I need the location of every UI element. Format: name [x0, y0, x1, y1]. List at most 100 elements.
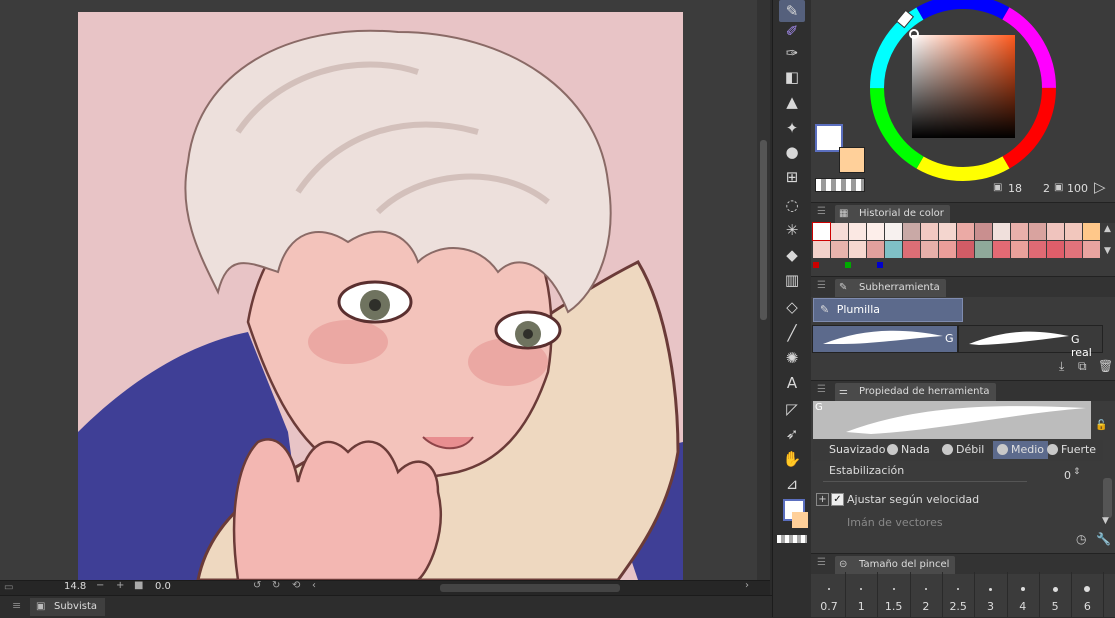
color-history-swatch[interactable]	[813, 241, 830, 258]
menu-icon[interactable]: ▭	[4, 582, 13, 593]
rotate-left-icon[interactable]: ↺	[253, 580, 261, 591]
brush-tile-b[interactable]: G real	[958, 325, 1103, 359]
color-history-swatch[interactable]	[885, 241, 902, 258]
zoom-value[interactable]: 14.8	[64, 581, 86, 592]
menu-icon[interactable]: ☰	[817, 280, 826, 291]
stabilization-value[interactable]: 0	[1064, 469, 1071, 482]
color-history-swatch[interactable]	[849, 241, 866, 258]
color-history-swatch[interactable]	[1083, 241, 1100, 258]
brush-icon[interactable]: ✐	[779, 20, 805, 42]
grid-icon[interactable]: ⊞	[779, 166, 805, 188]
color-history-swatch[interactable]	[939, 223, 956, 240]
import-icon[interactable]: ⤓	[1059, 359, 1064, 374]
lock-icon[interactable]: 🔓	[1095, 420, 1107, 431]
color-history-swatch[interactable]	[1065, 241, 1082, 258]
burst-icon[interactable]: ✺	[779, 347, 805, 369]
subtool-selected[interactable]: ✎ Plumilla	[813, 298, 963, 322]
rotation-value[interactable]: 0.0	[155, 581, 171, 592]
smoothing-option[interactable]: Medio	[993, 441, 1049, 459]
canvas-viewport[interactable]	[0, 0, 770, 580]
transparent-swatch[interactable]	[815, 178, 865, 192]
hand-icon[interactable]: ✋	[779, 448, 805, 470]
color-history-swatch[interactable]	[1029, 241, 1046, 258]
menu-icon[interactable]: ☰	[817, 384, 826, 395]
scrollbar-thumb[interactable]	[760, 140, 767, 320]
tool-property-tab[interactable]: ⚌ Propiedad de herramienta	[835, 383, 996, 401]
color-history-swatch[interactable]	[903, 223, 920, 240]
rotate-right-icon[interactable]: ↻	[272, 580, 280, 591]
color-history-swatch[interactable]	[993, 241, 1010, 258]
brush-size-option[interactable]: 5	[1039, 572, 1073, 617]
color-history-swatch[interactable]	[1047, 223, 1064, 240]
chevron-up-icon[interactable]: ▲	[1104, 224, 1111, 234]
brush-size-option[interactable]: 1.5	[878, 572, 911, 617]
color-history-swatch[interactable]	[921, 223, 938, 240]
color-wheel[interactable]	[867, 0, 1059, 184]
color-history-swatch[interactable]	[957, 223, 974, 240]
tool-property-scrollbar[interactable]	[1103, 478, 1112, 518]
color-history-swatch[interactable]	[903, 241, 920, 258]
brush-size-option[interactable]: 2.5	[942, 572, 976, 617]
color-history-swatch[interactable]	[849, 223, 866, 240]
pen-icon[interactable]: ✎	[779, 0, 805, 22]
3d-cube-icon[interactable]: ◇	[779, 296, 805, 318]
subview-tab[interactable]: ▣ Subvista	[30, 598, 105, 616]
color-history-swatch[interactable]	[831, 241, 848, 258]
smoothing-option[interactable]: Nada	[887, 441, 930, 459]
fill-drop-icon[interactable]: ●	[779, 141, 805, 163]
color-history-swatch[interactable]	[957, 241, 974, 258]
brush-size-option[interactable]: 6	[1071, 572, 1105, 617]
scroll-left-icon[interactable]: ‹	[312, 580, 316, 591]
smoothing-option[interactable]: Débil	[942, 441, 984, 459]
subtool-tab[interactable]: ✎ Subherramienta	[835, 279, 946, 297]
smoothing-option[interactable]: Fuerte	[1047, 441, 1096, 459]
color-history-swatch[interactable]	[921, 241, 938, 258]
ruler-icon[interactable]: ◸	[779, 398, 805, 420]
brush-size-option[interactable]: 0.7	[813, 572, 846, 617]
color-history-swatch[interactable]	[939, 241, 956, 258]
gradient-icon[interactable]: ▥	[779, 269, 805, 291]
lasso-icon[interactable]: ◌	[779, 194, 805, 216]
scroll-right-icon[interactable]: ›	[745, 580, 749, 591]
adjust-speed-checkbox[interactable]: ✓	[831, 493, 844, 506]
play-icon[interactable]: ▷	[1094, 178, 1106, 196]
color-history-swatch[interactable]	[1011, 223, 1028, 240]
brush-tile-a[interactable]: G	[812, 325, 958, 353]
color-history-swatch[interactable]	[1083, 223, 1100, 240]
sub-color-chip[interactable]	[792, 512, 808, 528]
expand-icon[interactable]: +	[816, 493, 829, 506]
brush-size-option[interactable]: 3	[975, 572, 1008, 617]
vertical-scrollbar[interactable]	[757, 0, 770, 580]
eyedropper-icon[interactable]: ⊿	[779, 473, 805, 495]
color-history-swatch[interactable]	[975, 223, 992, 240]
color-history-tab[interactable]: ▦ Historial de color	[835, 205, 950, 223]
trash-icon[interactable]: 🗑	[1098, 359, 1113, 373]
brush-size-option[interactable]: 4	[1007, 572, 1040, 617]
color-history-swatch[interactable]	[975, 241, 992, 258]
color-history-swatch[interactable]	[812, 222, 831, 241]
duplicate-icon[interactable]: ⧉	[1078, 359, 1087, 374]
fit-icon[interactable]: ■	[134, 580, 143, 591]
menu-icon[interactable]: ≡	[12, 599, 21, 612]
sub-color-swatch[interactable]	[839, 147, 865, 173]
menu-icon[interactable]: ☰	[817, 206, 826, 217]
color-history-swatch[interactable]	[867, 223, 884, 240]
stepper-icon[interactable]: ⇕	[1073, 467, 1081, 477]
color-history-swatch[interactable]	[1029, 223, 1046, 240]
magic-wand-icon[interactable]: ✳	[779, 219, 805, 241]
color-history-swatch[interactable]	[1047, 241, 1064, 258]
decoration-icon[interactable]: ✦	[779, 117, 805, 139]
color-history-swatch[interactable]	[1065, 223, 1082, 240]
stabilization-slider[interactable]	[823, 481, 1027, 482]
color-history-swatch[interactable]	[885, 223, 902, 240]
text-icon[interactable]: A	[779, 372, 805, 394]
color-history-swatch[interactable]	[831, 223, 848, 240]
wrench-icon[interactable]: 🔧	[1096, 532, 1111, 546]
line-icon[interactable]: ╱	[779, 322, 805, 344]
airbrush-icon[interactable]: ✑	[779, 42, 805, 64]
zoom-in-icon[interactable]: +	[116, 580, 124, 591]
object-select-icon[interactable]: ➶	[779, 423, 805, 445]
artwork-canvas[interactable]	[78, 12, 683, 580]
bucket-icon[interactable]: ◆	[779, 244, 805, 266]
transparent-color-chip[interactable]	[777, 535, 807, 543]
